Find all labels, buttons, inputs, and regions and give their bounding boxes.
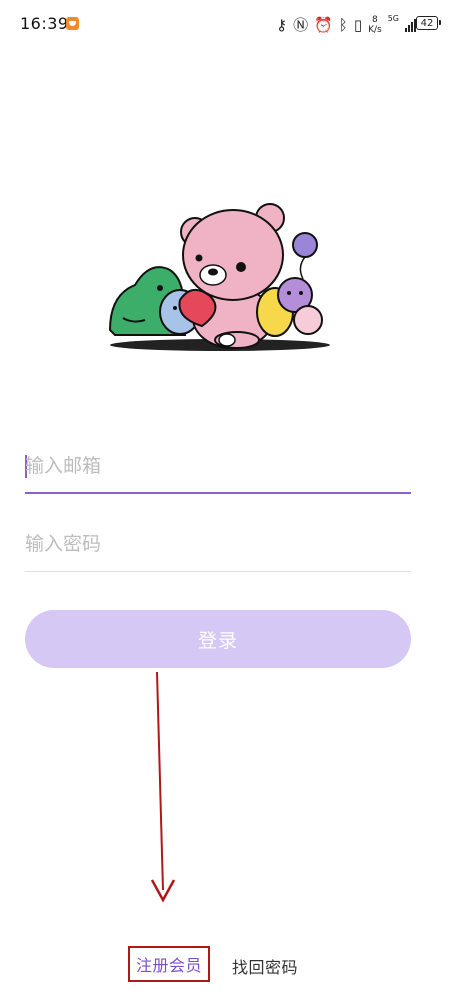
annotation-arrow [150, 671, 176, 903]
password-field[interactable] [25, 518, 411, 572]
alarm-icon: ⏰ [314, 15, 333, 34]
password-input[interactable] [25, 526, 411, 562]
login-button[interactable]: 登录 [25, 610, 411, 668]
nfc-icon: Ⓝ [293, 15, 309, 34]
battery-icon: 42 [416, 16, 441, 30]
status-bar: 16:39 ⚷ Ⓝ ⏰ ᛒ ▯ 8 K/s 5G 42 [0, 0, 450, 48]
vibrate-icon: ▯ [353, 15, 363, 34]
key-icon: ⚷ [276, 15, 288, 34]
mascot-illustration [108, 203, 330, 351]
purple-balloon [292, 232, 318, 258]
email-field[interactable] [25, 440, 411, 494]
recover-password-link[interactable]: 找回密码 [232, 954, 298, 978]
register-link[interactable]: 注册会员 [128, 946, 210, 982]
signal-icon [405, 18, 416, 32]
app-notification-icon [66, 17, 79, 30]
email-input[interactable] [25, 448, 411, 484]
network-speed-value: 8 [372, 15, 378, 25]
network-speed: 8 K/s [368, 15, 382, 35]
small-pink-mascot [293, 305, 323, 335]
status-time: 16:39 [20, 14, 69, 33]
network-type: 5G [387, 14, 399, 23]
status-icons: ⚷ Ⓝ ⏰ ᛒ ▯ 8 K/s 5G [276, 14, 416, 36]
bluetooth-icon: ᛒ [338, 15, 348, 34]
network-speed-unit: K/s [368, 25, 382, 35]
